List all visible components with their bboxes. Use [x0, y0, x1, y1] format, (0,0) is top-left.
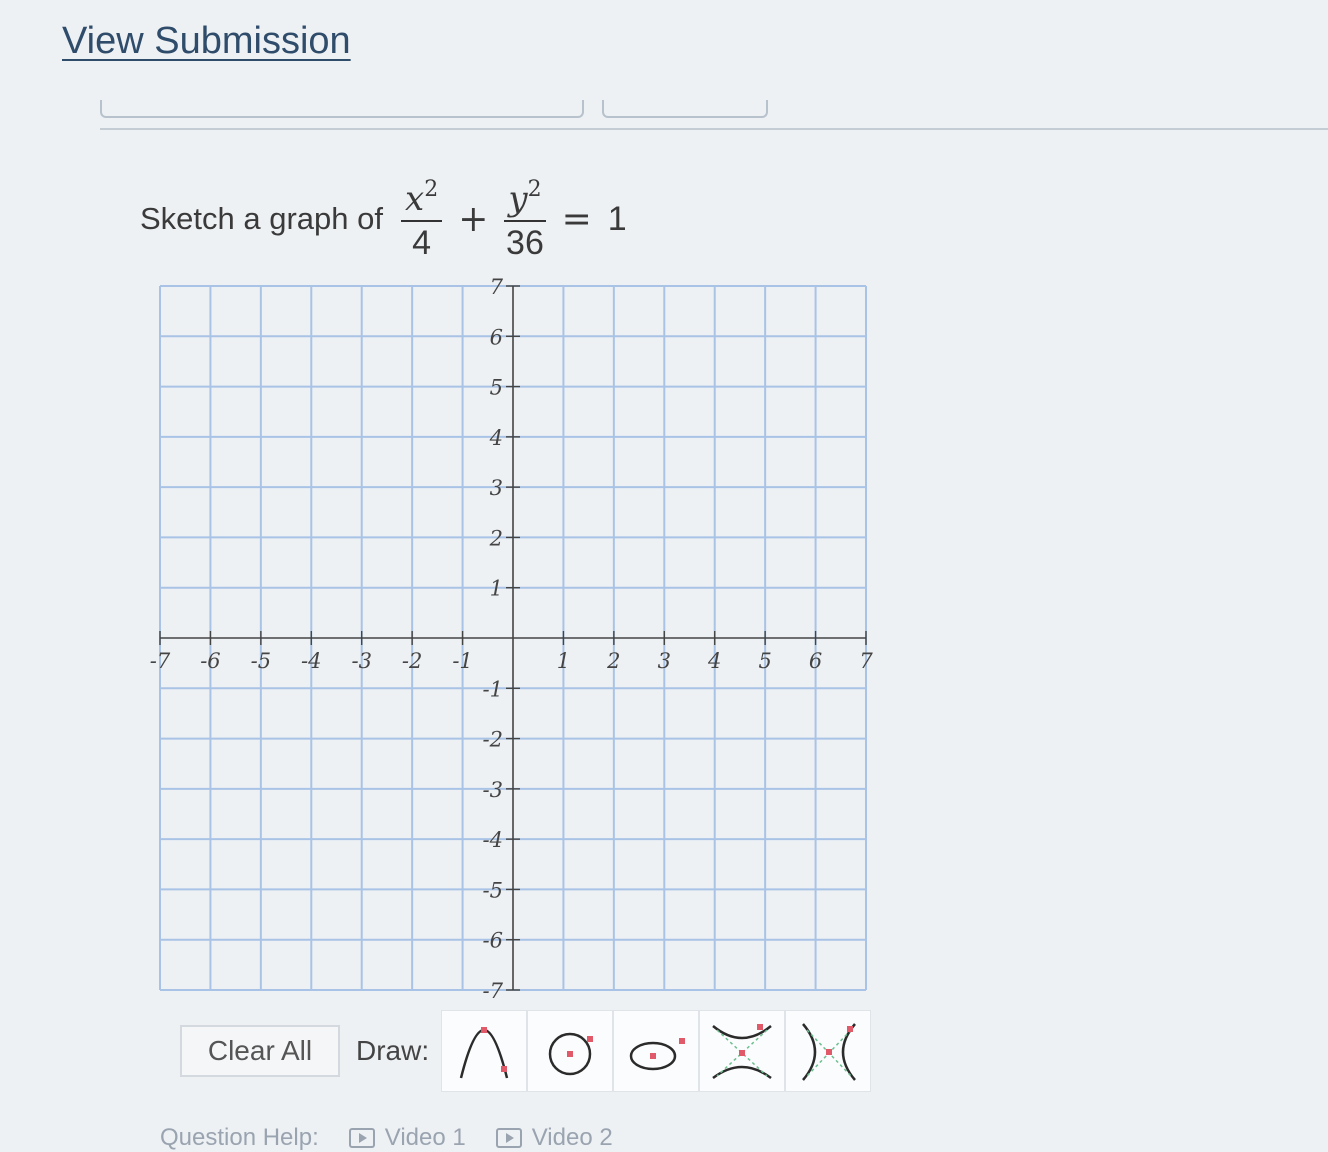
- equals-sign: =: [561, 198, 592, 240]
- divider: [100, 128, 1328, 130]
- fraction-x: x2 4: [401, 176, 443, 262]
- y-tick-label: -3: [483, 778, 503, 802]
- x-tick-label: 3: [658, 649, 671, 673]
- x-tick-label: 4: [707, 649, 721, 673]
- denominator-x: 4: [412, 223, 432, 262]
- video-2-label: Video 2: [531, 1124, 613, 1151]
- prompt-text: Sketch a graph of: [140, 201, 383, 236]
- draw-toolbar: Clear All Draw:: [180, 1010, 872, 1092]
- play-icon: [495, 1128, 522, 1148]
- x-tick-label: 6: [809, 649, 822, 673]
- parabola-tool-button[interactable]: [441, 1010, 528, 1092]
- question-prompt: Sketch a graph of x2 4 + y2 36 = 1: [140, 164, 627, 274]
- x-tick-label: -5: [251, 649, 271, 673]
- y-tick-label: -1: [483, 677, 503, 701]
- view-submission-link[interactable]: View Submission: [62, 20, 351, 63]
- fraction-y: y2 36: [504, 176, 546, 262]
- exponent-y: 2: [527, 176, 542, 202]
- y-tick-label: -4: [483, 828, 503, 852]
- video-1-link[interactable]: Video 1: [348, 1124, 466, 1152]
- y-tick-label: 4: [489, 426, 503, 450]
- y-tick-label: -7: [483, 979, 504, 998]
- question-help: Question Help: Video 1 Video 2: [160, 1124, 613, 1152]
- plus-sign: +: [458, 198, 489, 240]
- question-help-label: Question Help:: [160, 1124, 319, 1151]
- y-tick-label: 5: [490, 376, 503, 400]
- x-tick-label: 7: [859, 649, 873, 673]
- numerator-y: y: [508, 178, 528, 219]
- tab-outline-2: [602, 100, 768, 118]
- horizontal-hyperbola-tool-button[interactable]: [785, 1010, 872, 1092]
- y-tick-label: -2: [483, 728, 503, 752]
- y-tick-label: -6: [483, 929, 503, 953]
- circle-tool-button[interactable]: [527, 1010, 614, 1092]
- vertical-hyperbola-tool-button[interactable]: [699, 1010, 786, 1092]
- x-tick-label: 5: [758, 649, 771, 673]
- circle-tool-icon: [548, 1032, 594, 1076]
- y-tick-label: 7: [490, 278, 504, 299]
- draw-label: Draw:: [356, 1035, 430, 1066]
- horizontal-hyperbola-tool-icon: [802, 1023, 857, 1081]
- y-tick-label: -5: [483, 878, 503, 902]
- vertical-hyperbola-tool-icon: [712, 1024, 772, 1079]
- graph-canvas[interactable]: -7 -6 -5 -4 -3 -2 -1 1 2 3 4 5 6 7 7 6 5 4 3 2 1 -1 -2 -3 -4 -5 -6…: [146, 278, 876, 998]
- x-tick-label: 2: [606, 649, 620, 673]
- x-tick-label: -1: [452, 649, 472, 673]
- rhs-value: 1: [607, 199, 627, 238]
- x-tick-label: -2: [402, 649, 422, 673]
- y-tick-label: 6: [490, 325, 503, 349]
- video-2-link[interactable]: Video 2: [495, 1124, 613, 1152]
- parabola-tool-icon: [459, 1027, 509, 1079]
- ellipse-tool-button[interactable]: [613, 1010, 700, 1092]
- x-tick-label: -4: [301, 649, 321, 673]
- tab-outline-1: [100, 100, 584, 118]
- x-tick-label: 1: [557, 649, 570, 673]
- x-tick-label: -7: [150, 649, 171, 673]
- denominator-y: 36: [506, 223, 544, 262]
- ellipse-tool-icon: [629, 1038, 686, 1071]
- y-tick-label: 1: [490, 577, 503, 601]
- numerator-x: x: [405, 178, 425, 219]
- exponent-x: 2: [424, 176, 439, 202]
- video-1-label: Video 1: [384, 1124, 466, 1151]
- x-tick-label: -6: [200, 649, 220, 673]
- clear-all-button[interactable]: Clear All: [180, 1025, 340, 1077]
- y-tick-label: 3: [490, 476, 503, 500]
- y-tick-label: 2: [489, 526, 503, 550]
- play-icon: [348, 1128, 375, 1148]
- x-tick-label: -3: [351, 649, 371, 673]
